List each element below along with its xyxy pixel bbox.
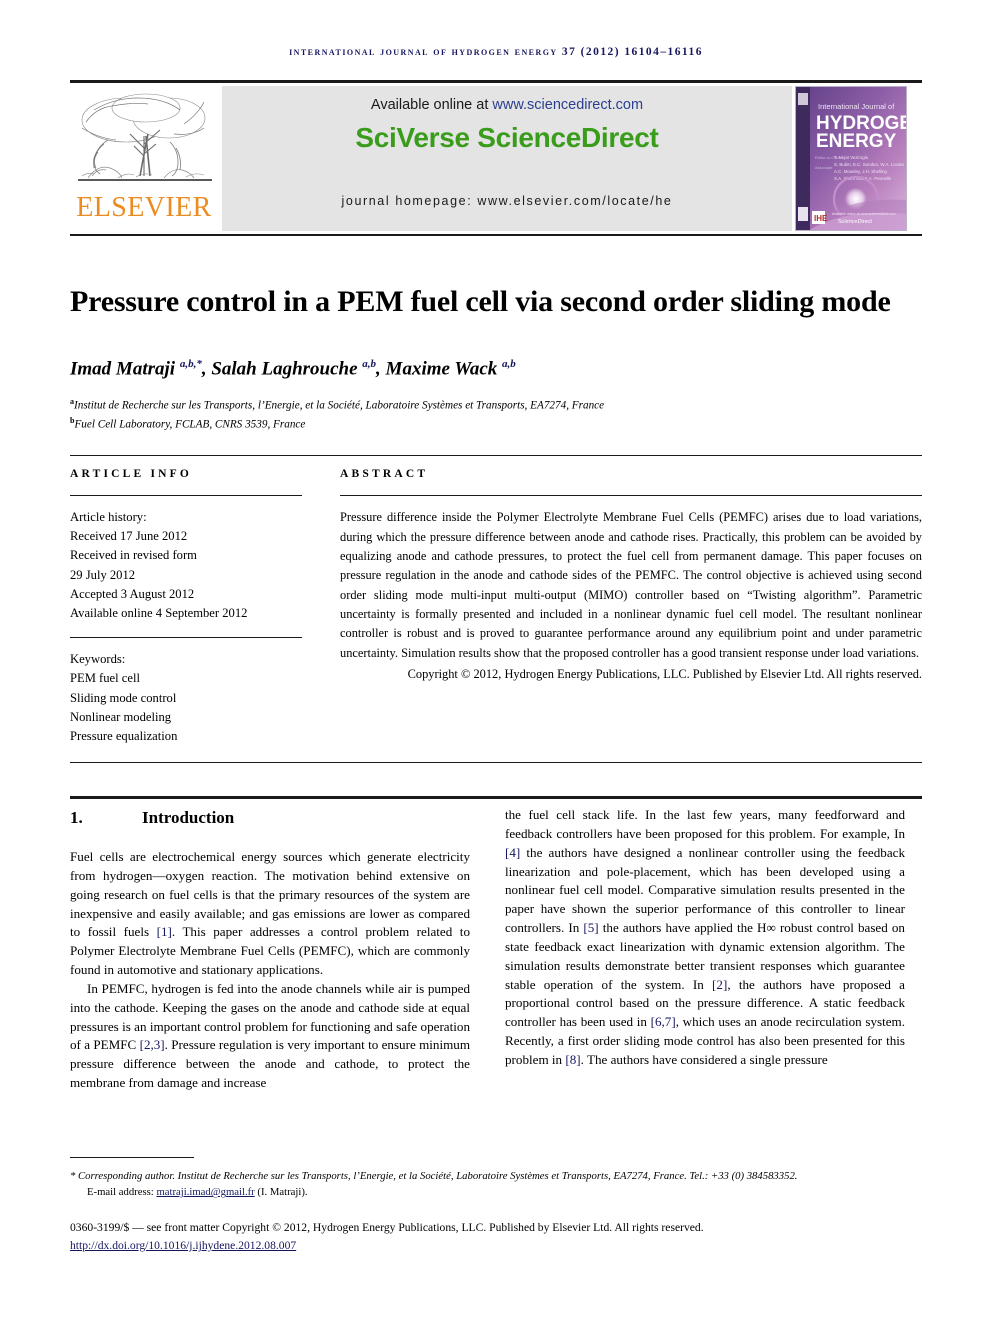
- sciencedirect-panel: Available online at www.sciencedirect.co…: [222, 86, 792, 231]
- abstract-text: Pressure difference inside the Polymer E…: [340, 510, 922, 660]
- svg-text:S. Bubin, E.C. Sondun, W.A. Lo: S. Bubin, E.C. Sondun, W.A. Lovato: [834, 162, 905, 167]
- article-history-3: Accepted 3 August 2012: [70, 586, 195, 601]
- article-info-heading: ARTICLE INFO: [70, 468, 193, 480]
- header-rule: [70, 80, 922, 83]
- section-title: Introduction: [142, 808, 235, 827]
- affiliation-a-text: Institut de Recherche sur les Transports…: [74, 399, 605, 412]
- citation-ref[interactable]: [1]: [157, 924, 172, 939]
- body-column-right: the fuel cell stack life. In the last fe…: [505, 806, 905, 1070]
- svg-text:A.C. Moseley, J.H. Shelling: A.C. Moseley, J.H. Shelling: [834, 169, 887, 174]
- affiliation-b-text: Fuel Cell Laboratory, FCLAB, CNRS 3539, …: [74, 418, 306, 431]
- citation-ref[interactable]: [8]: [565, 1052, 580, 1067]
- svg-text:ScienceDirect: ScienceDirect: [838, 219, 872, 225]
- citation-ref[interactable]: [6,7]: [651, 1014, 676, 1029]
- available-online-prefix: Available online at: [370, 97, 493, 113]
- paper-first-page: International Journal of Hydrogen Energy…: [0, 0, 992, 1323]
- article-history-0: Received 17 June 2012: [70, 529, 188, 544]
- article-history-label: Article history:: [70, 510, 147, 525]
- journal-homepage-line: journal homepage: www.elsevier.com/locat…: [341, 194, 673, 208]
- paragraph: In PEMFC, hydrogen is fed into the anode…: [70, 980, 471, 1091]
- section-heading: 1. Introduction: [70, 808, 234, 828]
- sciencedirect-link[interactable]: www.sciencedirect.com: [492, 97, 643, 113]
- doi-link[interactable]: http://dx.doi.org/10.1016/j.ijhydene.201…: [70, 1237, 922, 1255]
- keyword-1: Sliding mode control: [70, 690, 177, 705]
- journal-cover-art: International Journal of HYDROGEN ENERGY…: [796, 87, 906, 230]
- abstract-heading: ABSTRACT: [340, 468, 429, 480]
- keyword-2: Nonlinear modeling: [70, 709, 172, 724]
- paragraph: the fuel cell stack life. In the last fe…: [505, 807, 906, 1067]
- sciverse-sciencedirect-logo: SciVerse ScienceDirect: [222, 122, 792, 154]
- masthead-bottom-rule: [70, 234, 922, 236]
- front-matter-block: 0360-3199/$ — see front matter Copyright…: [70, 1219, 922, 1255]
- svg-text:Available online at www.scienc: Available online at www.sciencedirect.co…: [832, 212, 896, 216]
- svg-text:Editor-in-Chief: Editor-in-Chief: [815, 155, 841, 160]
- section-number: 1.: [70, 808, 83, 827]
- article-history-1: Received in revised form: [70, 548, 197, 563]
- abstract-rule: [340, 495, 922, 497]
- email-line: E-mail address: matraji.imad@gmail.fr (I…: [70, 1184, 922, 1200]
- brand-sciencedirect: ScienceDirect: [477, 122, 659, 153]
- abstract-copyright: Copyright © 2012, Hydrogen Energy Public…: [407, 666, 922, 681]
- keywords-rule: [70, 637, 302, 639]
- footnote-rule: [70, 1157, 194, 1159]
- elsevier-tree-icon: [78, 93, 212, 181]
- author-list: Imad Matraji a,b,*, Salah Laghrouche a,b…: [70, 358, 516, 380]
- article-history-2: 29 July 2012: [70, 567, 136, 582]
- running-head: International Journal of Hydrogen Energy…: [289, 46, 703, 58]
- info-top-rule: [70, 455, 922, 457]
- citation-ref[interactable]: [4]: [505, 845, 520, 860]
- paragraph: Fuel cells are electrochemical energy so…: [70, 849, 470, 978]
- article-info-rule: [70, 495, 302, 497]
- keywords-label: Keywords:: [70, 652, 126, 667]
- email-label: E-mail address:: [87, 1186, 157, 1199]
- footnote-block: * Corresponding author. Institut de Rech…: [70, 1168, 922, 1201]
- article-history: Article history: Received 17 June 2012 R…: [70, 508, 302, 623]
- svg-text:Associate: Associate: [815, 165, 833, 170]
- article-history-4: Available online 4 September 2012: [70, 605, 248, 620]
- page-title: Pressure control in a PEM fuel cell via …: [70, 285, 891, 319]
- citation-ref[interactable]: [2]: [712, 977, 727, 992]
- keyword-0: PEM fuel cell: [70, 671, 140, 686]
- svg-text:International Journal of: International Journal of: [818, 102, 895, 111]
- keywords-block: Keywords: PEM fuel cell Sliding mode con…: [70, 650, 302, 746]
- svg-text:IHE: IHE: [814, 214, 828, 223]
- elsevier-logo: ELSEVIER: [70, 88, 220, 232]
- affiliation-a: aInstitut de Recherche sur les Transport…: [70, 397, 605, 412]
- body-column-left: Fuel cells are electrochemical energy so…: [70, 848, 470, 1093]
- elsevier-wordmark: ELSEVIER: [76, 192, 212, 223]
- affiliation-b: bFuel Cell Laboratory, FCLAB, CNRS 3539,…: [70, 415, 306, 431]
- brand-sciverse: SciVerse: [355, 122, 478, 153]
- email-suffix: (I. Matraji).: [254, 1186, 308, 1199]
- citation-ref[interactable]: [2,3]: [140, 1037, 165, 1052]
- body-top-rule: [70, 796, 922, 799]
- keyword-3: Pressure equalization: [70, 728, 178, 743]
- article-info-column: ARTICLE INFO Article history: Received 1…: [70, 468, 302, 746]
- affiliations: aInstitut de Recherche sur les Transport…: [70, 396, 900, 434]
- journal-cover-thumbnail: International Journal of HYDROGEN ENERGY…: [795, 86, 907, 231]
- citation-ref[interactable]: [5]: [583, 920, 598, 935]
- abstract-column: ABSTRACT Pressure difference inside the …: [340, 468, 922, 684]
- svg-text:ENERGY: ENERGY: [816, 131, 897, 152]
- front-matter-text: 0360-3199/$ — see front matter Copyright…: [70, 1221, 704, 1234]
- available-online-line: Available online at www.sciencedirect.co…: [222, 97, 792, 113]
- email-link[interactable]: matraji.imad@gmail.fr: [156, 1186, 254, 1198]
- abstract-bottom-rule: [70, 762, 922, 764]
- masthead: ELSEVIER Available online at www.science…: [70, 86, 922, 232]
- corresponding-author-note: * Corresponding author. Institut de Rech…: [70, 1170, 798, 1182]
